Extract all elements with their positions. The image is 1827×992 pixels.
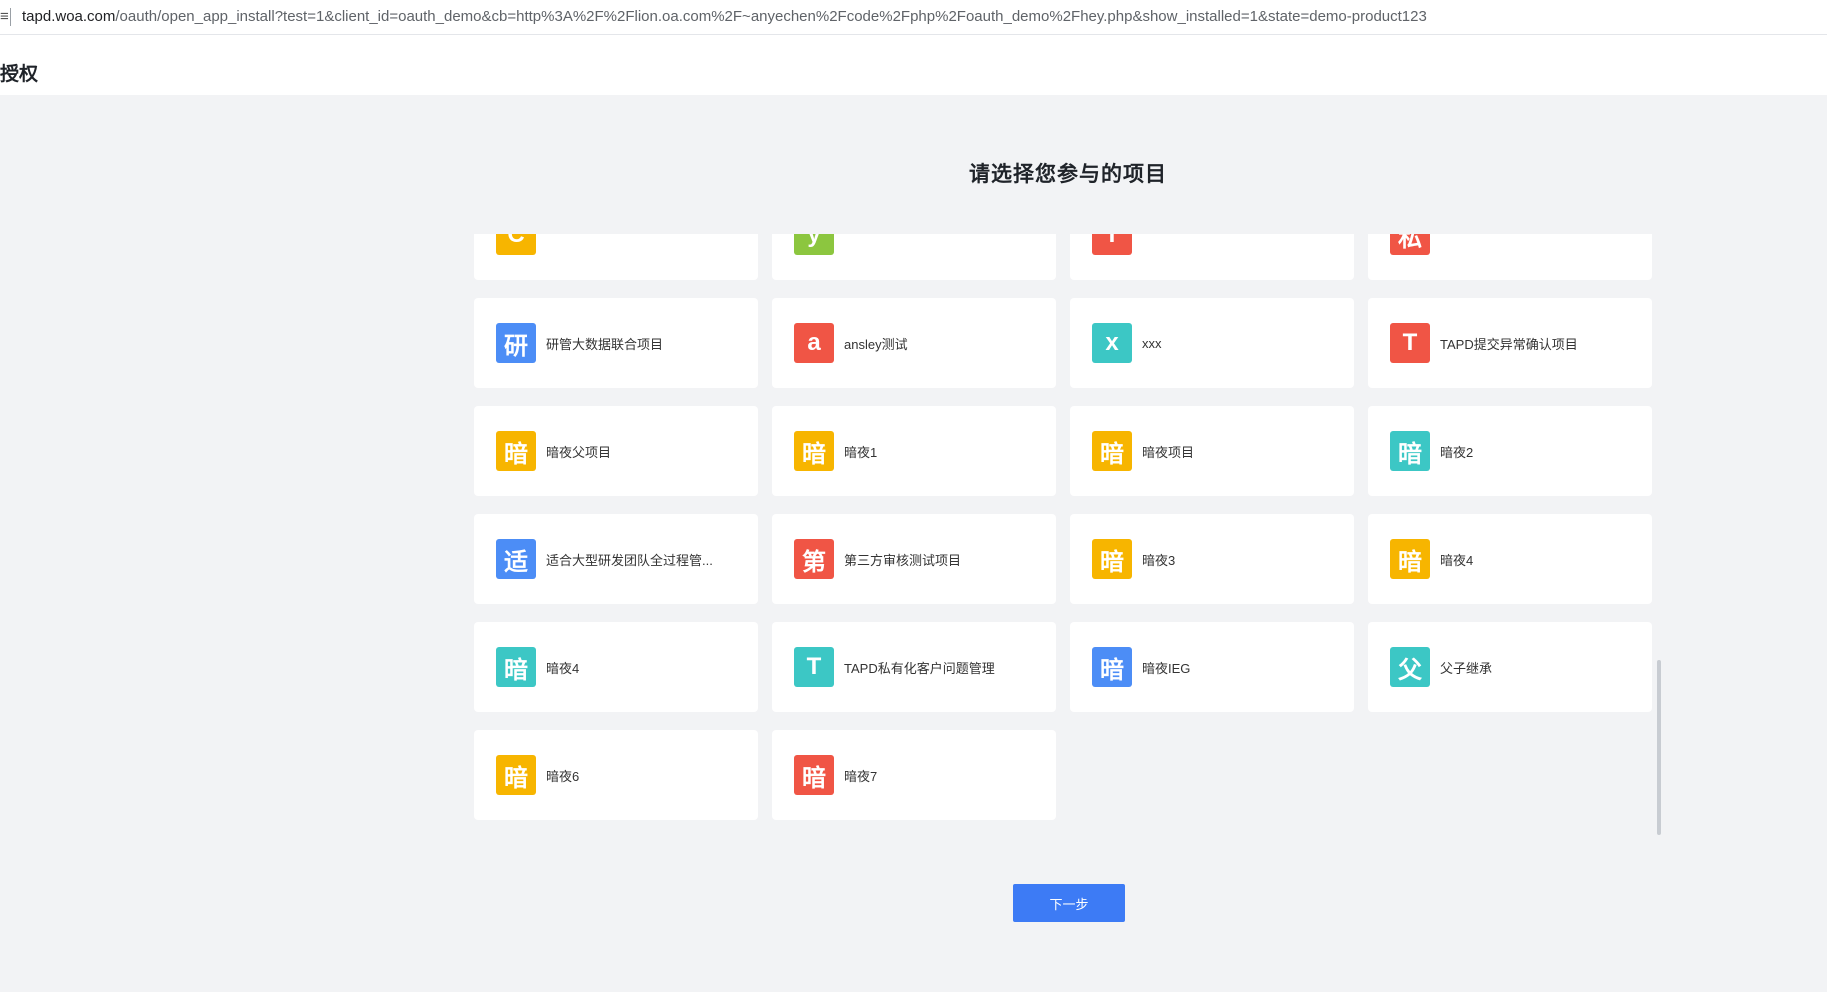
project-name: 父子继承 bbox=[1440, 660, 1493, 676]
project-name: 暗夜6 bbox=[546, 768, 580, 784]
project-name: 暗夜4 bbox=[1440, 552, 1474, 568]
project-avatar: 研 bbox=[496, 323, 536, 363]
project-avatar: 第 bbox=[794, 539, 834, 579]
project-avatar: 暗 bbox=[794, 431, 834, 471]
project-list-scroll-area[interactable]: Cy T 私研研管大数据联合项目 a ansley测试 x xxx T TAPD提交异常确认项目… bbox=[474, 234, 1670, 834]
project-avatar: 私 bbox=[1390, 234, 1430, 255]
project-name: 研管大数据联合项目 bbox=[546, 336, 664, 352]
project-avatar: T bbox=[794, 647, 834, 687]
project-avatar: 暗 bbox=[1092, 647, 1132, 687]
project-avatar: 父 bbox=[1390, 647, 1430, 687]
page-title: 请选择您参与的项目 bbox=[969, 163, 1167, 186]
project-avatar: 暗 bbox=[496, 647, 536, 687]
header-title: 授权 bbox=[0, 64, 39, 85]
project-avatar: 暗 bbox=[1390, 431, 1430, 471]
project-name: TAPD私有化客户问题管理 bbox=[844, 660, 995, 676]
project-card[interactable]: 暗暗夜2 bbox=[1368, 406, 1652, 496]
project-card[interactable]: 暗暗夜4 bbox=[1368, 514, 1652, 604]
project-card[interactable]: 研研管大数据联合项目 bbox=[474, 298, 758, 388]
project-card[interactable]: T TAPD私有化客户问题管理 bbox=[772, 622, 1056, 712]
project-card[interactable]: 暗暗夜7 bbox=[772, 730, 1056, 820]
project-name: 暗夜7 bbox=[844, 768, 878, 784]
project-avatar: 暗 bbox=[1390, 539, 1430, 579]
project-card[interactable]: x xxx bbox=[1070, 298, 1354, 388]
project-avatar: 暗 bbox=[1092, 431, 1132, 471]
project-avatar: T bbox=[1092, 234, 1132, 255]
next-step-button[interactable]: 下一步 bbox=[1013, 884, 1125, 922]
project-avatar: 暗 bbox=[1092, 539, 1132, 579]
project-name: 暗夜2 bbox=[1440, 444, 1474, 460]
project-card[interactable]: 私 bbox=[1368, 234, 1652, 280]
project-card[interactable]: a ansley测试 bbox=[772, 298, 1056, 388]
project-card[interactable]: 暗暗夜6 bbox=[474, 730, 758, 820]
url-host: tapd.woa.com bbox=[22, 8, 116, 25]
project-avatar: T bbox=[1390, 323, 1430, 363]
project-name: xxx bbox=[1142, 335, 1162, 351]
browser-address-bar[interactable]: ≡ tapd.woa.com/oauth/open_app_install?te… bbox=[0, 0, 1827, 35]
project-avatar: 暗 bbox=[496, 431, 536, 471]
scrollbar-thumb[interactable] bbox=[1657, 660, 1661, 835]
project-card[interactable]: 适适合大型研发团队全过程管... bbox=[474, 514, 758, 604]
project-card[interactable]: y bbox=[772, 234, 1056, 280]
project-avatar: 暗 bbox=[794, 755, 834, 795]
project-avatar: C bbox=[496, 234, 536, 255]
project-avatar: a bbox=[794, 323, 834, 363]
project-name: ansley测试 bbox=[844, 336, 908, 352]
project-card[interactable]: 暗暗夜父项目 bbox=[474, 406, 758, 496]
project-card[interactable]: 暗暗夜4 bbox=[474, 622, 758, 712]
project-name: 暗夜IEG bbox=[1142, 660, 1191, 676]
project-card[interactable]: T bbox=[1070, 234, 1354, 280]
project-card[interactable]: 暗暗夜1 bbox=[772, 406, 1056, 496]
project-avatar: x bbox=[1092, 323, 1132, 363]
project-name: 暗夜项目 bbox=[1142, 444, 1195, 460]
project-avatar: y bbox=[794, 234, 834, 255]
project-name: 暗夜1 bbox=[844, 444, 878, 460]
address-divider bbox=[10, 8, 11, 26]
project-name: 暗夜3 bbox=[1142, 552, 1176, 568]
menu-icon: ≡ bbox=[0, 8, 9, 25]
page-header: 授权 bbox=[0, 35, 1827, 95]
project-card[interactable]: 暗暗夜3 bbox=[1070, 514, 1354, 604]
project-name: TAPD提交异常确认项目 bbox=[1440, 336, 1578, 352]
project-card[interactable]: T TAPD提交异常确认项目 bbox=[1368, 298, 1652, 388]
project-grid: Cy T 私研研管大数据联合项目 a ansley测试 x xxx T TAPD提交异常确认项目… bbox=[474, 234, 1664, 820]
project-avatar: 暗 bbox=[496, 755, 536, 795]
project-name: 暗夜4 bbox=[546, 660, 580, 676]
project-card[interactable]: 父父子继承 bbox=[1368, 622, 1652, 712]
project-card[interactable]: 暗暗夜IEG bbox=[1070, 622, 1354, 712]
project-card[interactable]: 暗暗夜项目 bbox=[1070, 406, 1354, 496]
project-avatar: 适 bbox=[496, 539, 536, 579]
project-name: 暗夜父项目 bbox=[546, 444, 612, 460]
project-card[interactable]: C bbox=[474, 234, 758, 280]
url-path: /oauth/open_app_install?test=1&client_id… bbox=[115, 8, 1427, 25]
url-text[interactable]: tapd.woa.com/oauth/open_app_install?test… bbox=[22, 8, 1427, 25]
project-name: 第三方审核测试项目 bbox=[844, 552, 962, 568]
project-card[interactable]: 第第三方审核测试项目 bbox=[772, 514, 1056, 604]
project-name: 适合大型研发团队全过程管... bbox=[546, 552, 713, 568]
